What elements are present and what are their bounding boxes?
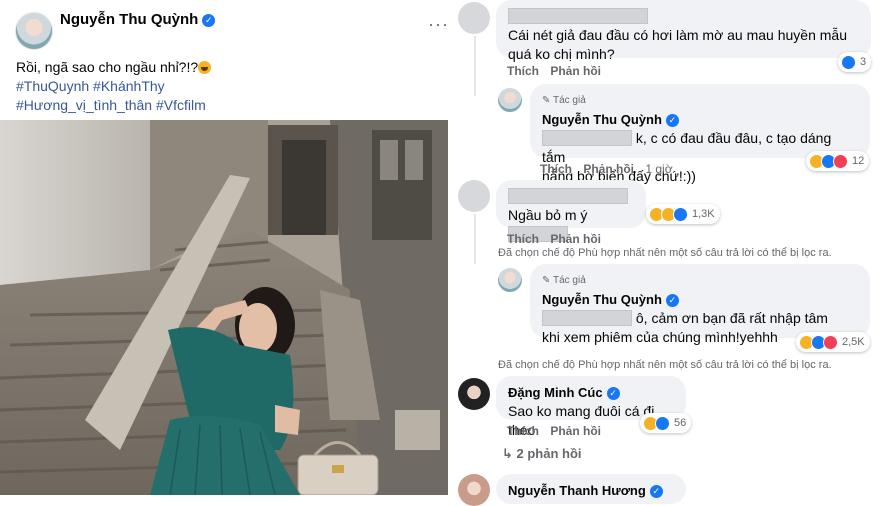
stairway-photo-illustration <box>0 120 448 495</box>
verified-badge-icon: ✓ <box>202 14 216 27</box>
thread-line <box>474 214 476 264</box>
commenter-avatar[interactable] <box>458 2 490 34</box>
commenter-avatar[interactable] <box>458 378 490 410</box>
author-badge: ✎ Tác giả <box>542 275 586 286</box>
post-hashtags-line2[interactable]: #Hương_vị_tình_thân #Vfcfilm <box>16 96 211 115</box>
like-reaction-icon <box>841 54 856 70</box>
comment-actions: Thích Phản hồi 1 giờ <box>540 162 681 176</box>
author-avatar[interactable] <box>498 268 522 292</box>
post-photo[interactable] <box>0 120 448 495</box>
redacted-mention <box>542 130 632 146</box>
comment-actions: Thích Phản hồi <box>507 64 609 78</box>
post-card: Nguyễn Thu Quỳnh ✓ ··· Rồi, ngã sao cho n… <box>0 0 450 495</box>
post-hashtags-line1[interactable]: #ThuQuynh #KhánhThy <box>16 77 211 96</box>
like-button[interactable]: Thích <box>540 162 572 176</box>
post-author-avatar[interactable] <box>15 12 53 50</box>
reply-button[interactable]: Phản hồi <box>550 64 601 78</box>
verified-badge-icon: ✓ <box>606 387 620 400</box>
view-replies-link[interactable]: ↳ 2 phản hồi <box>502 446 582 462</box>
post-author-name[interactable]: Nguyễn Thu Quỳnh ✓ <box>60 11 216 28</box>
commenter-name[interactable]: Đặng Minh Cúc <box>508 385 603 400</box>
reply-button[interactable]: Phản hồi <box>550 424 601 438</box>
love-reaction-icon <box>823 334 838 350</box>
commenter-name[interactable]: Nguyễn Thanh Hương <box>508 483 646 498</box>
comment-reactions[interactable]: 56 <box>640 413 692 433</box>
filter-notice: Đã chọn chế độ Phù hợp nhất nên một số c… <box>498 359 832 371</box>
like-reaction-icon <box>673 206 688 222</box>
verified-badge-icon: ✓ <box>665 294 679 307</box>
commenter-avatar[interactable] <box>458 180 490 212</box>
comment-bubble: Nguyễn Thanh Hương ✓ <box>496 474 686 504</box>
comment-actions: Thích Phản hồi <box>507 424 609 438</box>
author-reply-bubble: ✎ Tác giả Nguyễn Thu Quỳnh ✓ ô, cảm ơn bạ… <box>530 264 870 345</box>
redacted-name <box>508 188 628 204</box>
like-button[interactable]: Thích <box>507 64 539 78</box>
comment-reactions[interactable]: 1,3K <box>646 204 720 224</box>
author-reply-bubble: ✎ Tác giả Nguyễn Thu Quỳnh ✓ k, c có đau … <box>530 84 870 184</box>
reply-button[interactable]: Phản hồi <box>583 162 634 176</box>
like-button[interactable]: Thích <box>507 232 539 246</box>
comment-bubble: Cái nét giả đau đầu có hơi làm mờ au mau… <box>496 0 871 62</box>
comment-reactions[interactable]: 2,5K <box>796 332 870 352</box>
post-caption: Rồi, ngã sao cho ngầu nhỉ?!? #ThuQuynh #… <box>16 58 212 115</box>
love-reaction-icon <box>833 153 848 169</box>
verified-badge-icon: ✓ <box>665 114 679 127</box>
laughing-emoji-icon <box>198 61 212 74</box>
redacted-name <box>508 8 648 24</box>
comment-actions: Thích Phản hồi <box>507 232 609 246</box>
like-reaction-icon <box>655 415 670 431</box>
comment-time[interactable]: 1 giờ <box>645 162 672 176</box>
thread-line <box>474 36 476 96</box>
author-badge: ✎ Tác giả <box>542 95 586 106</box>
reply-button[interactable]: Phản hồi <box>550 232 601 246</box>
verified-badge-icon: ✓ <box>649 485 663 498</box>
post-more-options-icon[interactable]: ··· <box>428 14 449 35</box>
comment-reactions[interactable]: 12 <box>806 151 870 171</box>
comment-bubble: Ngầu bỏ m ý <box>496 180 646 242</box>
like-button[interactable]: Thích <box>507 424 539 438</box>
redacted-mention <box>542 310 632 326</box>
author-avatar[interactable] <box>498 88 522 112</box>
comment-reactions[interactable]: 3 <box>838 52 872 72</box>
comments-panel: Cái nét giả đau đầu có hơi làm mờ au mau… <box>450 0 880 506</box>
commenter-avatar[interactable] <box>458 474 490 506</box>
filter-notice: Đã chọn chế độ Phù hợp nhất nên một số c… <box>498 247 832 259</box>
